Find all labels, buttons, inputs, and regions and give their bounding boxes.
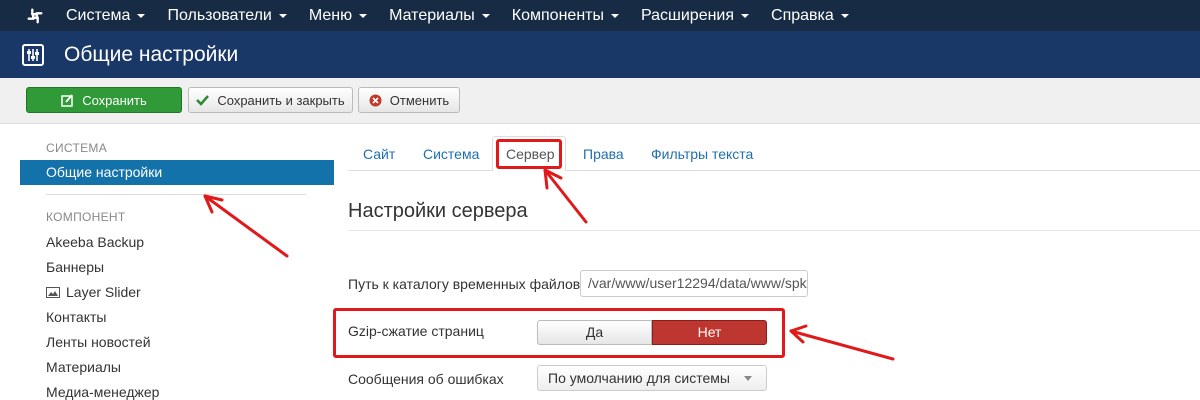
menu-help[interactable]: Справка [771, 7, 849, 25]
sidebar-item-newsfeeds[interactable]: Ленты новостей [46, 334, 151, 350]
image-icon [46, 286, 60, 298]
top-menu-bar: Система Пользователи Меню Материалы Комп… [0, 0, 1200, 31]
tab-permissions[interactable]: Права [583, 146, 624, 162]
save-and-close-button[interactable]: Сохранить и закрыть [188, 87, 353, 113]
sidebar-item-media-manager[interactable]: Медиа-менеджер [46, 384, 159, 400]
sidebar-item-banners[interactable]: Баннеры [46, 259, 104, 275]
settings-sliders-icon [22, 43, 44, 66]
sidebar-divider [46, 194, 306, 195]
error-reporting-label: Сообщения об ошибках [348, 371, 504, 387]
caret-down-icon [278, 13, 287, 18]
tab-text-filters[interactable]: Фильтры текста [651, 146, 753, 162]
caret-down-icon [137, 13, 146, 18]
sidebar-item-contacts[interactable]: Контакты [46, 309, 106, 325]
temp-path-input[interactable]: /var/www/user12294/data/www/spkv [580, 270, 808, 297]
sidebar-heading-system: СИСТЕМА [46, 141, 107, 155]
menu-menus[interactable]: Меню [309, 7, 368, 25]
sidebar-heading-component: КОМПОНЕНТ [46, 210, 126, 224]
caret-down-icon [741, 13, 750, 18]
highlight-box-server-tab [496, 139, 562, 169]
menu-content[interactable]: Материалы [389, 7, 490, 25]
temp-path-label: Путь к каталогу временных файлов [348, 276, 581, 292]
page-title: Общие настройки [64, 42, 239, 66]
edit-icon [61, 93, 74, 107]
title-bar: Общие настройки [0, 31, 1200, 78]
arrow-annotation-sidebar [203, 194, 289, 258]
check-icon [196, 94, 210, 106]
menu-extensions[interactable]: Расширения [641, 7, 750, 25]
section-divider [348, 230, 1200, 231]
sidebar-item-akeeba-backup[interactable]: Akeeba Backup [46, 234, 144, 250]
cancel-button[interactable]: Отменить [358, 87, 460, 113]
error-reporting-select[interactable]: По умолчанию для системы [537, 365, 767, 391]
toolbar: Сохранить Сохранить и закрыть Отменить [0, 78, 1200, 124]
sidebar-item-layer-slider[interactable]: Layer Slider [46, 284, 141, 300]
tab-site[interactable]: Сайт [363, 146, 395, 162]
sidebar-item-content[interactable]: Материалы [46, 359, 121, 375]
sidebar-item-global-configuration[interactable]: Общие настройки [20, 160, 334, 185]
caret-down-icon [359, 13, 368, 18]
chevron-down-icon [744, 376, 752, 381]
caret-down-icon [840, 13, 849, 18]
menu-components[interactable]: Компоненты [512, 7, 619, 25]
save-button[interactable]: Сохранить [26, 87, 182, 113]
tab-system[interactable]: Система [423, 146, 479, 162]
arrow-annotation-server-tab [543, 168, 588, 224]
cancel-circle-icon [369, 94, 382, 107]
arrow-annotation-gzip [789, 324, 895, 361]
caret-down-icon [610, 13, 619, 18]
menu-system[interactable]: Система [66, 7, 146, 25]
menu-users[interactable]: Пользователи [167, 7, 287, 25]
joomla-logo-icon[interactable] [26, 7, 44, 25]
caret-down-icon [481, 13, 490, 18]
section-title: Настройки сервера [348, 200, 528, 222]
highlight-box-gzip [333, 308, 785, 358]
tabs-divider [348, 170, 1200, 171]
